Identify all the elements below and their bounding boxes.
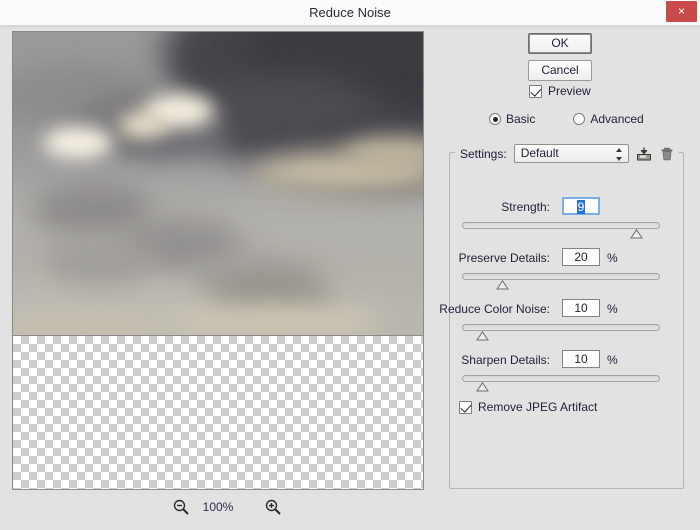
radio-basic-dot[interactable] (489, 113, 501, 125)
magnifier-plus-icon[interactable] (264, 498, 282, 516)
radio-advanced-label: Advanced (590, 112, 644, 126)
slider-reduce-color-noise-track-wrap[interactable] (449, 322, 684, 344)
radio-advanced[interactable]: Advanced (573, 112, 644, 126)
preview-checkbox[interactable]: Preview (529, 84, 591, 98)
slider-preserve-details-label: Preserve Details: (458, 251, 550, 265)
slider-preserve-details-unit: % (607, 251, 618, 265)
preview-image[interactable] (13, 32, 423, 335)
cancel-button[interactable]: Cancel (528, 60, 592, 81)
slider-preserve-details-input[interactable]: 20 (562, 248, 600, 266)
slider-preserve-details-thumb[interactable] (496, 280, 509, 290)
settings-label: Settings: (460, 146, 507, 161)
slider-reduce-color-noise-input[interactable]: 10 (562, 299, 600, 317)
slider-preserve-details-header: Preserve Details: 20 % (449, 247, 684, 271)
slider-reduce-color-noise-unit: % (607, 302, 618, 316)
reduce-noise-dialog: Reduce Noise × 100% OK Cancel Preview Ba… (0, 0, 700, 530)
slider-sharpen-details: Sharpen Details: 10 % (449, 349, 684, 395)
close-icon[interactable]: × (666, 1, 697, 22)
slider-strength-label: Strength: (501, 200, 550, 214)
slider-sharpen-details-track[interactable] (462, 375, 660, 382)
slider-reduce-color-noise-label: Reduce Color Noise: (439, 302, 550, 316)
radio-basic-label: Basic (506, 112, 536, 126)
slider-strength-track[interactable] (462, 222, 660, 229)
radio-advanced-dot[interactable] (573, 113, 586, 125)
slider-strength-input[interactable]: 9 (562, 197, 600, 215)
slider-strength-value: 9 (576, 200, 586, 214)
mode-radio-group: Basic Advanced (489, 112, 644, 126)
slider-sharpen-details-thumb[interactable] (476, 382, 489, 392)
slider-reduce-color-noise: Reduce Color Noise: 10 % (439, 298, 684, 344)
slider-preserve-details: Preserve Details: 20 % (449, 247, 684, 293)
remove-jpeg-artifact-label: Remove JPEG Artifact (478, 400, 598, 414)
slider-sharpen-details-track-wrap[interactable] (449, 373, 684, 395)
preview-checkbox-label: Preview (548, 84, 591, 98)
title-bar: Reduce Noise × (0, 0, 700, 26)
slider-reduce-color-noise-header: Reduce Color Noise: 10 % (439, 298, 684, 322)
titlebar-divider (0, 25, 700, 29)
checkbox-box[interactable] (529, 84, 542, 98)
slider-reduce-color-noise-thumb[interactable] (476, 331, 489, 341)
slider-strength-header: Strength: 9 (449, 196, 684, 220)
slider-strength-track-wrap[interactable] (449, 220, 684, 242)
checkerboard-pattern (13, 336, 423, 489)
window-title: Reduce Noise (309, 5, 391, 20)
settings-dropdown-value: Default (520, 146, 559, 160)
slider-strength: Strength: 9 (449, 196, 684, 242)
slider-strength-thumb[interactable] (630, 229, 643, 239)
slider-sharpen-details-header: Sharpen Details: 10 % (449, 349, 684, 373)
transparent-region (12, 336, 424, 490)
slider-reduce-color-noise-track[interactable] (462, 324, 660, 331)
remove-jpeg-artifact-checkbox[interactable]: Remove JPEG Artifact (459, 400, 597, 414)
slider-sharpen-details-input[interactable]: 10 (562, 350, 600, 368)
slider-preserve-details-track[interactable] (462, 273, 660, 280)
save-preset-icon[interactable] (636, 146, 652, 162)
slider-sharpen-details-label: Sharpen Details: (461, 353, 550, 367)
slider-preserve-details-value: 20 (574, 250, 588, 264)
checkbox-box[interactable] (459, 400, 472, 414)
radio-basic[interactable]: Basic (489, 112, 535, 126)
trash-icon[interactable] (659, 146, 675, 162)
zoom-controls: 100% (12, 492, 424, 522)
ok-button[interactable]: OK (528, 33, 592, 54)
settings-row: Settings: Default (460, 144, 675, 163)
preview-pane[interactable] (12, 31, 424, 336)
slider-sharpen-details-unit: % (607, 353, 618, 367)
settings-dropdown[interactable]: Default (513, 144, 629, 163)
slider-sharpen-details-value: 10 (574, 352, 588, 366)
chevron-updown-icon (615, 148, 623, 161)
slider-reduce-color-noise-value: 10 (574, 301, 588, 315)
slider-preserve-details-track-wrap[interactable] (449, 271, 684, 293)
zoom-level-label: 100% (202, 500, 234, 514)
